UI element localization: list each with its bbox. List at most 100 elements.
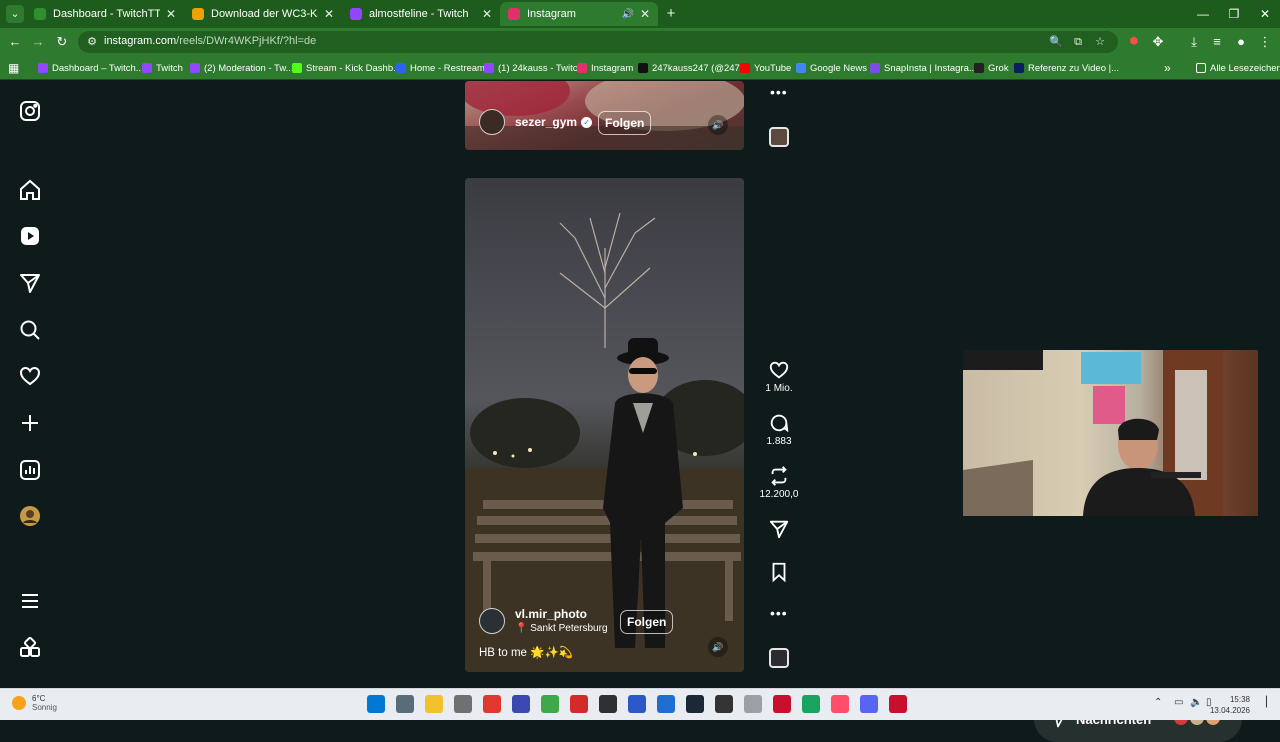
taskbar-app-icon[interactable] <box>744 695 762 713</box>
reading-list-icon[interactable]: ≡ <box>1207 32 1227 52</box>
more-options-icon[interactable]: ••• <box>770 605 788 621</box>
minimize-button[interactable]: — <box>1188 4 1218 24</box>
bookmark-item[interactable]: SnapInsta | Instagra... <box>870 61 977 75</box>
install-app-icon[interactable]: ⧉ <box>1070 34 1086 50</box>
tab-wc3-download[interactable]: Download der WC3-Karte „Anime ✕ <box>184 2 342 26</box>
bookmark-item[interactable]: Instagram <box>577 61 633 75</box>
reel-author[interactable]: vl.mir_photo 📍 Sankt Petersburg <box>479 607 608 634</box>
network-icon[interactable]: ▭ <box>1174 697 1183 708</box>
tray-chevron-icon[interactable]: ⌃ <box>1154 697 1162 708</box>
taskbar-app-icon[interactable] <box>541 695 559 713</box>
follow-button[interactable]: Folgen <box>620 610 674 634</box>
like-action[interactable]: 1 Mio. <box>756 359 802 394</box>
bookmark-item[interactable]: (1) 24kauss - Twitch <box>484 61 583 75</box>
close-window-button[interactable]: ✕ <box>1250 4 1280 24</box>
menu-hamburger-icon[interactable] <box>18 589 42 613</box>
extensions-puzzle-icon[interactable]: ✥ <box>1148 32 1168 52</box>
taskbar-app-icon[interactable] <box>425 695 443 713</box>
username[interactable]: sezer_gym <box>515 115 577 129</box>
profile-avatar-icon[interactable] <box>18 504 42 528</box>
reels-icon[interactable] <box>18 224 42 248</box>
reel-previous[interactable]: sezer_gym ✓ Folgen 🔊 <box>465 81 744 150</box>
taskbar-app-icon[interactable] <box>483 695 501 713</box>
site-info-icon[interactable]: ⚙ <box>84 34 100 50</box>
tab-almostfeline-twitch[interactable]: almostfeline - Twitch ✕ <box>342 2 500 26</box>
bookmark-item[interactable]: Google News <box>796 61 867 75</box>
taskbar-app-icon[interactable] <box>831 695 849 713</box>
bookmark-item[interactable]: Dashboard – Twitch... <box>38 61 144 75</box>
follow-button[interactable]: Folgen <box>598 111 652 135</box>
home-icon[interactable] <box>18 178 42 202</box>
profile-avatar-icon[interactable]: ● <box>1231 32 1251 52</box>
restore-button[interactable]: ❐ <box>1219 4 1249 24</box>
close-icon[interactable]: ✕ <box>482 7 492 21</box>
reel-previous-author[interactable]: sezer_gym ✓ <box>479 109 593 135</box>
taskbar-app-icon[interactable] <box>657 695 675 713</box>
taskbar-app-icon[interactable] <box>628 695 646 713</box>
comment-icon[interactable] <box>768 412 790 434</box>
reload-icon[interactable]: ↻ <box>52 32 72 52</box>
avatar[interactable] <box>479 607 505 634</box>
new-tab-button[interactable]: + <box>662 5 680 23</box>
bookmark-item[interactable]: Grok <box>974 61 1009 75</box>
zoom-icon[interactable]: 🔍 <box>1048 34 1064 50</box>
apps-grid-icon[interactable]: ▦ <box>8 61 19 75</box>
bookmark-item[interactable]: (2) Moderation - Tw... <box>190 61 294 75</box>
bookmark-item[interactable]: Stream - Kick Dashb... <box>292 61 401 75</box>
bookmark-item[interactable]: Twitch <box>142 61 183 75</box>
volume-icon[interactable]: 🔊 <box>708 637 728 657</box>
forward-arrow-icon[interactable]: → <box>28 32 48 52</box>
taskbar-app-icon[interactable] <box>715 695 733 713</box>
instagram-logo-icon[interactable] <box>18 99 42 123</box>
taskbar-app-icon[interactable] <box>686 695 704 713</box>
bookmark-star-icon[interactable]: ☆ <box>1092 34 1108 50</box>
reel-previous-audio-thumbnail[interactable] <box>769 127 789 147</box>
bookmark-item[interactable]: 247kauss247 (@247... <box>638 61 748 75</box>
bookmark-item[interactable]: Home - Restream <box>396 61 485 75</box>
location-label[interactable]: 📍 Sankt Petersburg <box>515 623 608 634</box>
reel-caption[interactable]: HB to me 🌟✨💫 <box>479 645 573 659</box>
close-icon[interactable]: ✕ <box>640 7 650 21</box>
taskbar-app-icon[interactable] <box>454 695 472 713</box>
search-icon[interactable] <box>18 318 42 342</box>
share-action[interactable] <box>756 518 802 540</box>
taskbar-app-icon[interactable] <box>860 695 878 713</box>
bookmark-icon[interactable] <box>768 561 790 583</box>
comment-action[interactable]: 1.883 <box>756 412 802 447</box>
taskbar-app-icon[interactable] <box>396 695 414 713</box>
close-icon[interactable]: ✕ <box>324 7 334 21</box>
tab-instagram[interactable]: Instagram 🔊 ✕ <box>500 2 658 26</box>
volume-icon[interactable]: 🔈 <box>1190 697 1202 708</box>
taskbar-app-icon[interactable] <box>802 695 820 713</box>
avatar[interactable] <box>479 109 505 135</box>
save-action[interactable] <box>756 561 802 583</box>
taskbar-app-icon[interactable] <box>512 695 530 713</box>
address-bar[interactable]: ⚙ instagram.com/reels/DWr4WKPjHKf/?hl=de… <box>78 31 1118 53</box>
taskbar-app-icon[interactable] <box>773 695 791 713</box>
taskbar-app-icon[interactable] <box>889 695 907 713</box>
close-icon[interactable]: ✕ <box>166 7 176 21</box>
all-bookmarks-folder[interactable]: Alle Lesezeichen <box>1196 61 1280 75</box>
audio-playing-icon[interactable]: 🔊 <box>621 9 633 20</box>
notifications-heart-icon[interactable] <box>18 364 42 388</box>
bookmark-item[interactable]: YouTube <box>740 61 791 75</box>
share-paper-plane-icon[interactable] <box>768 518 790 540</box>
url-text[interactable]: instagram.com/reels/DWr4WKPjHKf/?hl=de <box>104 35 316 47</box>
taskbar-app-icon[interactable] <box>570 695 588 713</box>
repost-icon[interactable] <box>768 465 790 487</box>
reel-previous-more-options-icon[interactable]: ••• <box>770 84 788 100</box>
tab-dashboard-twitchtts[interactable]: Dashboard - TwitchTTS ✕ <box>26 2 184 26</box>
adblock-extension-icon[interactable]: ⬢ <box>1124 32 1144 52</box>
clock[interactable]: 15:38 13.04.2026 <box>1210 694 1250 716</box>
repost-action[interactable]: 12.200,0 <box>756 465 802 500</box>
heart-icon[interactable] <box>768 359 790 381</box>
more-apps-icon[interactable] <box>18 636 42 660</box>
username[interactable]: vl.mir_photo <box>515 607 608 621</box>
direct-messages-icon[interactable] <box>18 271 42 295</box>
back-arrow-icon[interactable]: ← <box>5 32 25 52</box>
dashboard-chart-icon[interactable] <box>18 458 42 482</box>
taskbar-app-icon[interactable] <box>599 695 617 713</box>
reel-audio-thumbnail[interactable] <box>769 648 789 668</box>
bookmark-item[interactable]: Referenz zu Video |... <box>1014 61 1119 75</box>
weather-widget[interactable]: 6°C Sonnig <box>12 694 57 712</box>
